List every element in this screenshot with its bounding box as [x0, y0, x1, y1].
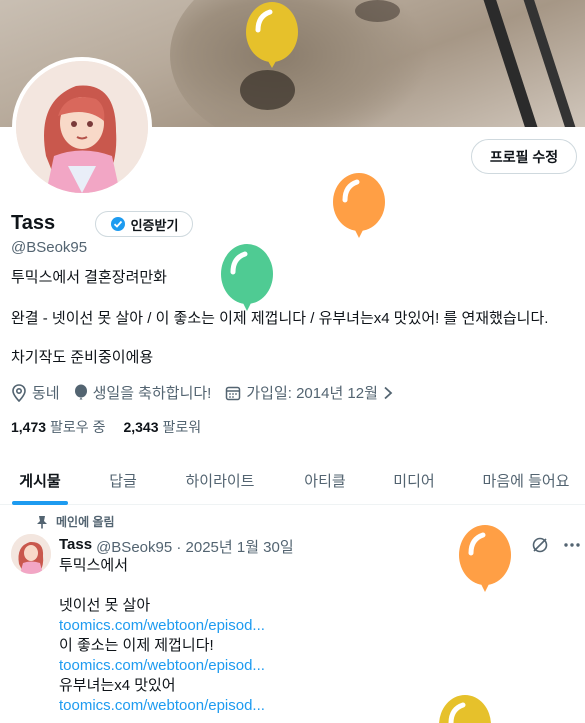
more-icon[interactable] — [563, 542, 581, 548]
birthday-item: 생일을 축하합니다! — [74, 382, 212, 403]
tweet-actions — [531, 536, 581, 554]
profile-name: Tass — [11, 212, 56, 234]
profile-meta: 동네 생일을 축하합니다! 가입일: 2014년 12월 — [11, 382, 407, 403]
birthday-balloon-icon — [74, 384, 87, 399]
tweet-link[interactable]: toomics.com/webtoon/episod... — [59, 656, 265, 676]
tab-highlights[interactable]: 하이라이트 — [166, 456, 274, 504]
pin-icon — [37, 515, 47, 528]
balloon-icon — [333, 173, 385, 238]
joined-item: 가입일: 2014년 12월 — [225, 382, 393, 403]
balloon-icon — [459, 525, 511, 592]
tab-media[interactable]: 미디어 — [374, 456, 454, 504]
tweet-avatar[interactable] — [11, 534, 51, 574]
followers-count: 2,343 — [123, 419, 159, 435]
chevron-right-icon[interactable] — [383, 386, 393, 400]
active-tab-indicator — [12, 501, 68, 505]
following-link[interactable]: 1,473 팔로우 중 — [11, 417, 105, 437]
tweet-text-line: 유부녀는x4 맛있어 — [59, 677, 176, 694]
tweet-author-name[interactable]: Tass — [59, 536, 92, 557]
following-label: 팔로우 중 — [50, 419, 106, 435]
tweet-header: Tass @BSeok95 · 2025년 1월 30일 — [59, 536, 294, 557]
profile-handle: @BSeok95 — [11, 239, 88, 256]
follow-stats: 1,473 팔로우 중 2,343 팔로워 — [11, 417, 219, 437]
tab-likes[interactable]: 마음에 들어요 — [470, 456, 582, 504]
joined-text: 가입일: 2014년 12월 — [246, 385, 378, 402]
tweet-link[interactable]: toomics.com/webtoon/episod... — [59, 696, 265, 716]
tab-posts[interactable]: 게시물 — [0, 456, 80, 504]
birthday-text: 생일을 축하합니다! — [92, 385, 212, 402]
following-count: 1,473 — [11, 419, 47, 435]
location-item: 동네 — [11, 382, 60, 403]
followers-label: 팔로워 — [162, 419, 202, 435]
grok-icon[interactable] — [531, 536, 549, 554]
verified-badge-icon — [110, 217, 125, 231]
tab-articles[interactable]: 아티클 — [282, 456, 368, 504]
calendar-icon — [226, 386, 241, 400]
balloon-icon — [221, 244, 273, 311]
get-verified-button[interactable]: 인증받기 — [95, 211, 193, 237]
banner-shape — [240, 70, 295, 110]
pinned-label: 메인에 올림 — [36, 513, 115, 530]
bio-line: 완결 - 넷이선 못 살아 / 이 좋소는 이제 제껍니다 / 유부녀는x4 맛… — [11, 310, 549, 327]
tweet-meta: @BSeok95 · 2025년 1월 30일 — [96, 539, 294, 556]
profile-tabs: 게시물 답글 하이라이트 아티클 미디어 마음에 들어요 — [0, 456, 585, 505]
get-verified-label: 인증받기 — [130, 217, 179, 233]
tweet-text-line: 이 좋소는 이제 제껍니다! — [59, 637, 214, 654]
location-text: 동네 — [32, 385, 60, 402]
tweet-text-line: 투믹스에서 — [59, 557, 129, 574]
profile-avatar[interactable] — [12, 57, 152, 197]
tweet-link[interactable]: toomics.com/webtoon/episod... — [59, 616, 265, 636]
bio-line: 투믹스에서 결혼장려만화 — [11, 269, 167, 286]
pinned-text: 메인에 올림 — [56, 515, 115, 529]
edit-profile-button[interactable]: 프로필 수정 — [471, 139, 577, 174]
tweet-text-line: 넷이선 못 살아 — [59, 597, 151, 614]
bio-line: 차기작도 준비중이에용 — [11, 349, 154, 366]
location-icon — [12, 383, 26, 402]
avatar-illustration — [16, 61, 148, 193]
followers-link[interactable]: 2,343 팔로워 — [123, 417, 201, 437]
tweet-avatar-illustration — [11, 534, 51, 574]
balloon-icon — [246, 2, 298, 68]
tab-replies[interactable]: 답글 — [84, 456, 162, 504]
balloon-icon — [439, 695, 491, 723]
banner-shape — [355, 0, 400, 22]
